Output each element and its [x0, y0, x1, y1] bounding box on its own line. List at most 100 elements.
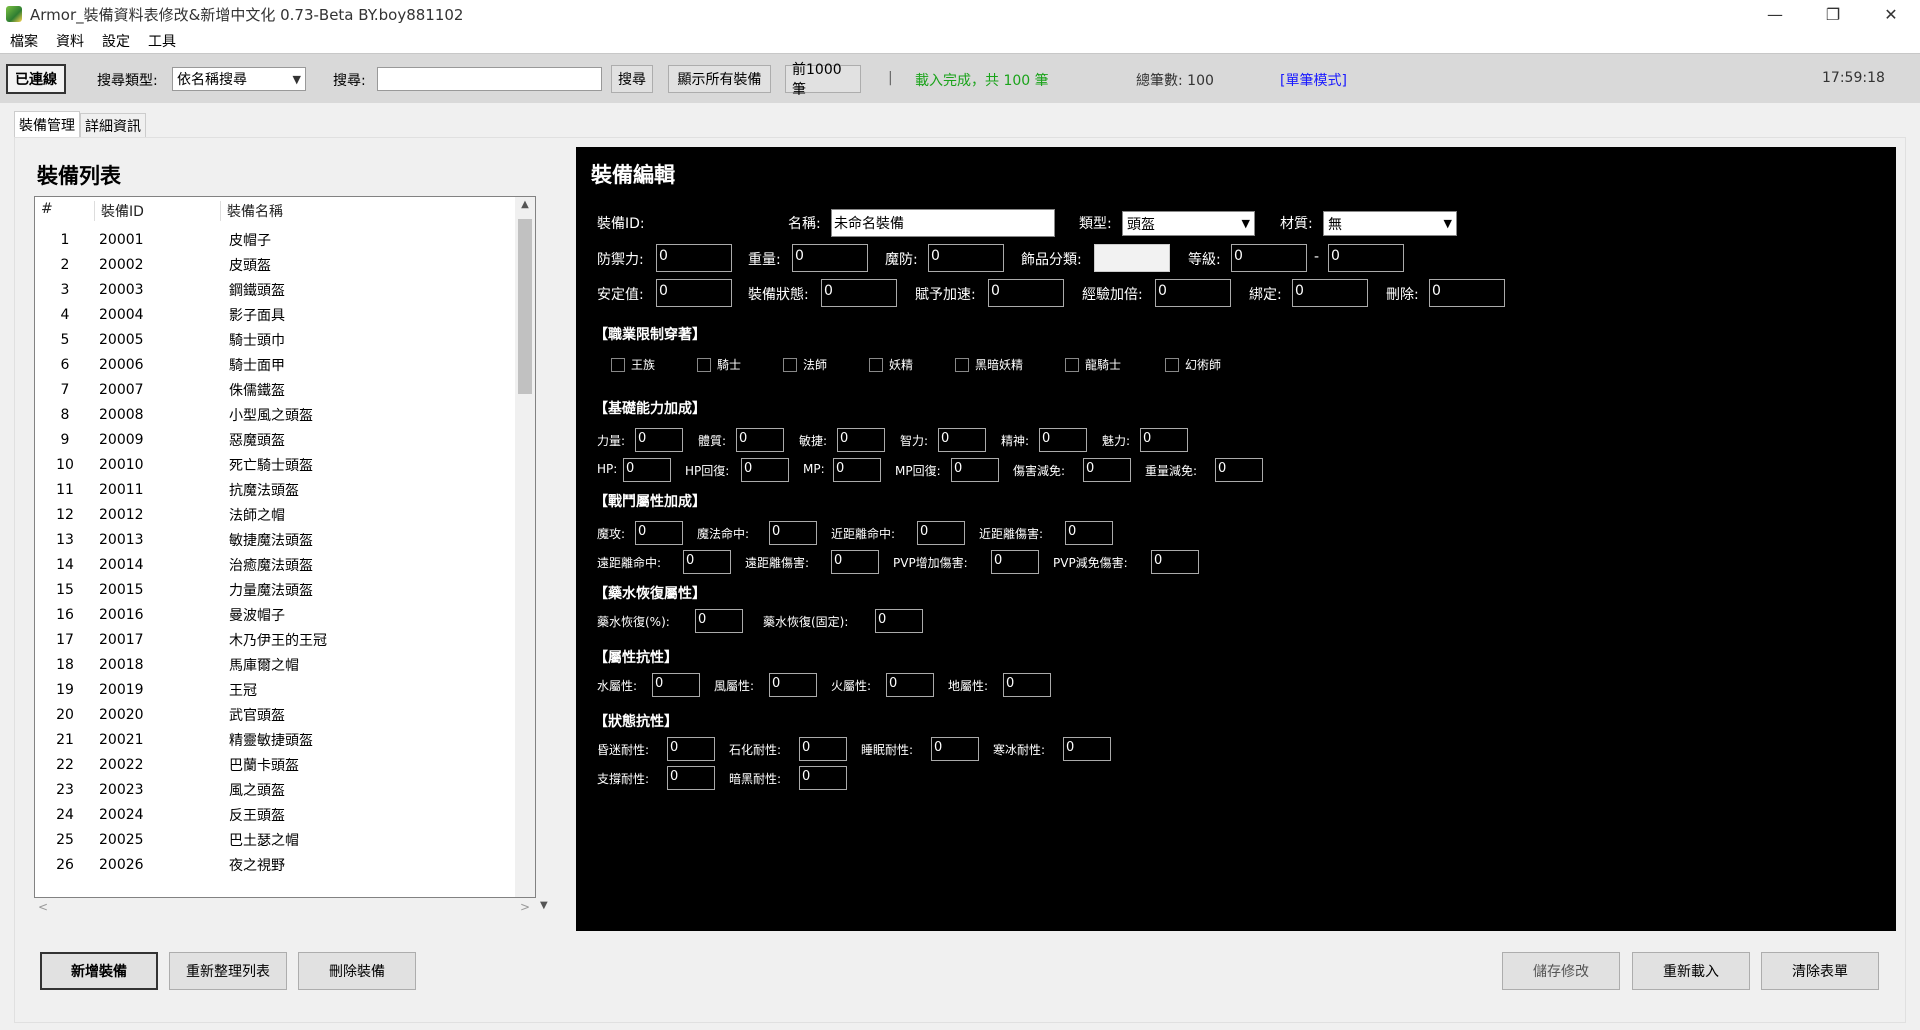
name-field[interactable]: 未命名裝備	[831, 209, 1055, 237]
show-all-button[interactable]: 顯示所有裝備	[668, 65, 771, 93]
potion-field[interactable]: 0	[875, 609, 923, 633]
combat2-field[interactable]: 0	[1151, 550, 1199, 574]
bind-field[interactable]: 0	[1292, 279, 1368, 307]
delete-flag-field[interactable]: 0	[1429, 279, 1505, 307]
scroll-right-icon[interactable]: >	[520, 900, 530, 914]
tab-details[interactable]: 詳細資訊	[80, 113, 146, 137]
list-item[interactable]: 21 20021 精靈敏捷頭盔	[35, 727, 513, 752]
menu-settings[interactable]: 設定	[96, 31, 136, 51]
column-id[interactable]: 裝備ID	[95, 201, 221, 221]
resist-field[interactable]: 0	[652, 673, 700, 697]
list-item[interactable]: 5 20005 騎士頭巾	[35, 327, 513, 352]
list-item[interactable]: 26 20026 夜之視野	[35, 852, 513, 877]
list-item[interactable]: 3 20003 鋼鐵頭盔	[35, 277, 513, 302]
list-item[interactable]: 13 20013 敏捷魔法頭盔	[35, 527, 513, 552]
save-changes-button[interactable]: 儲存修改	[1502, 952, 1620, 990]
exp-bonus-field[interactable]: 0	[1155, 279, 1231, 307]
magic-defense-field[interactable]: 0	[928, 244, 1004, 272]
clear-form-button[interactable]: 清除表單	[1761, 952, 1879, 990]
menu-data[interactable]: 資料	[50, 31, 90, 51]
base1-field[interactable]: 0	[736, 428, 784, 452]
equip-state-field[interactable]: 0	[821, 279, 897, 307]
checkbox-box[interactable]	[697, 357, 711, 372]
checkbox-box[interactable]	[869, 357, 883, 372]
list-item[interactable]: 23 20023 風之頭盔	[35, 777, 513, 802]
search-button[interactable]: 搜尋	[611, 65, 653, 93]
class-checkbox[interactable]: 法師	[783, 356, 827, 373]
checkbox-box[interactable]	[783, 357, 797, 372]
class-checkbox[interactable]: 王族	[611, 356, 655, 373]
list-item[interactable]: 25 20025 巴土瑟之帽	[35, 827, 513, 852]
list-item[interactable]: 1 20001 皮帽子	[35, 227, 513, 252]
base1-field[interactable]: 0	[1140, 428, 1188, 452]
potion-field[interactable]: 0	[695, 609, 743, 633]
list-item[interactable]: 8 20008 小型風之頭盔	[35, 402, 513, 427]
vertical-scrollbar[interactable]: ▲	[515, 197, 535, 897]
list-item[interactable]: 11 20011 抗魔法頭盔	[35, 477, 513, 502]
base2-field[interactable]: 0	[1083, 458, 1131, 482]
material-select[interactable]: 無 ▼	[1323, 211, 1457, 236]
list-item[interactable]: 2 20002 皮頭盔	[35, 252, 513, 277]
combat1-field[interactable]: 0	[635, 521, 683, 545]
list-item[interactable]: 18 20018 馬庫爾之帽	[35, 652, 513, 677]
weight-field[interactable]: 0	[792, 244, 868, 272]
status1-field[interactable]: 0	[1063, 737, 1111, 761]
class-checkbox[interactable]: 騎士	[697, 356, 741, 373]
list-item[interactable]: 4 20004 影子面具	[35, 302, 513, 327]
list-item[interactable]: 14 20014 治癒魔法頭盔	[35, 552, 513, 577]
list-item[interactable]: 15 20015 力量魔法頭盔	[35, 577, 513, 602]
scroll-left-icon[interactable]: <	[38, 900, 48, 914]
menu-tools[interactable]: 工具	[142, 31, 182, 51]
combat1-field[interactable]: 0	[769, 521, 817, 545]
checkbox-box[interactable]	[1065, 357, 1079, 372]
list-item[interactable]: 6 20006 騎士面甲	[35, 352, 513, 377]
list-item[interactable]: 17 20017 木乃伊王的王冠	[35, 627, 513, 652]
class-checkbox[interactable]: 幻術師	[1165, 356, 1221, 373]
level-min-field[interactable]: 0	[1231, 244, 1307, 272]
haste-field[interactable]: 0	[988, 279, 1064, 307]
list-item[interactable]: 19 20019 王冠	[35, 677, 513, 702]
minimize-icon[interactable]: —	[1746, 0, 1804, 28]
list-item[interactable]: 9 20009 惡魔頭盔	[35, 427, 513, 452]
scroll-up-icon[interactable]: ▲	[515, 199, 535, 210]
status2-field[interactable]: 0	[667, 766, 715, 790]
base2-field[interactable]: 0	[1215, 458, 1263, 482]
checkbox-box[interactable]	[955, 357, 969, 372]
search-type-select[interactable]: 依名稱搜尋 ▼	[172, 67, 306, 91]
first-1000-button[interactable]: 前1000筆	[785, 62, 861, 98]
column-index[interactable]: #	[35, 201, 95, 221]
combat1-field[interactable]: 0	[1065, 521, 1113, 545]
list-item[interactable]: 12 20012 法師之帽	[35, 502, 513, 527]
connection-button[interactable]: 已連線	[6, 64, 66, 94]
horizontal-scrollbar[interactable]: < >	[34, 898, 536, 918]
base1-field[interactable]: 0	[938, 428, 986, 452]
list-item[interactable]: 16 20016 曼波帽子	[35, 602, 513, 627]
combat2-field[interactable]: 0	[831, 550, 879, 574]
base1-field[interactable]: 0	[837, 428, 885, 452]
defense-field[interactable]: 0	[656, 244, 732, 272]
level-max-field[interactable]: 0	[1328, 244, 1404, 272]
base2-field[interactable]: 0	[951, 458, 999, 482]
column-name[interactable]: 裝備名稱	[221, 201, 283, 221]
menu-file[interactable]: 檔案	[4, 31, 44, 51]
resist-field[interactable]: 0	[769, 673, 817, 697]
restore-icon[interactable]: ❐	[1804, 0, 1862, 28]
base2-field[interactable]: 0	[623, 458, 671, 482]
resist-field[interactable]: 0	[1003, 673, 1051, 697]
scroll-down-icon[interactable]: ▼	[540, 900, 548, 911]
base1-field[interactable]: 0	[635, 428, 683, 452]
search-input[interactable]	[377, 67, 602, 91]
class-checkbox[interactable]: 黑暗妖精	[955, 356, 1023, 373]
reload-button[interactable]: 重新載入	[1632, 952, 1750, 990]
resist-field[interactable]: 0	[886, 673, 934, 697]
type-select[interactable]: 頭盔 ▼	[1122, 211, 1255, 236]
list-item[interactable]: 10 20010 死亡騎士頭盔	[35, 452, 513, 477]
checkbox-box[interactable]	[1165, 357, 1179, 372]
add-equipment-button[interactable]: 新增裝備	[40, 952, 158, 990]
stability-field[interactable]: 0	[656, 279, 732, 307]
equipment-list[interactable]: # 裝備ID 裝備名稱 1 20001 皮帽子 2 20002 皮頭盔 3 20003 鋼鐵頭盔…	[34, 196, 536, 898]
list-item[interactable]: 24 20024 反王頭盔	[35, 802, 513, 827]
base2-field[interactable]: 0	[741, 458, 789, 482]
combat2-field[interactable]: 0	[683, 550, 731, 574]
list-item[interactable]: 20 20020 武官頭盔	[35, 702, 513, 727]
